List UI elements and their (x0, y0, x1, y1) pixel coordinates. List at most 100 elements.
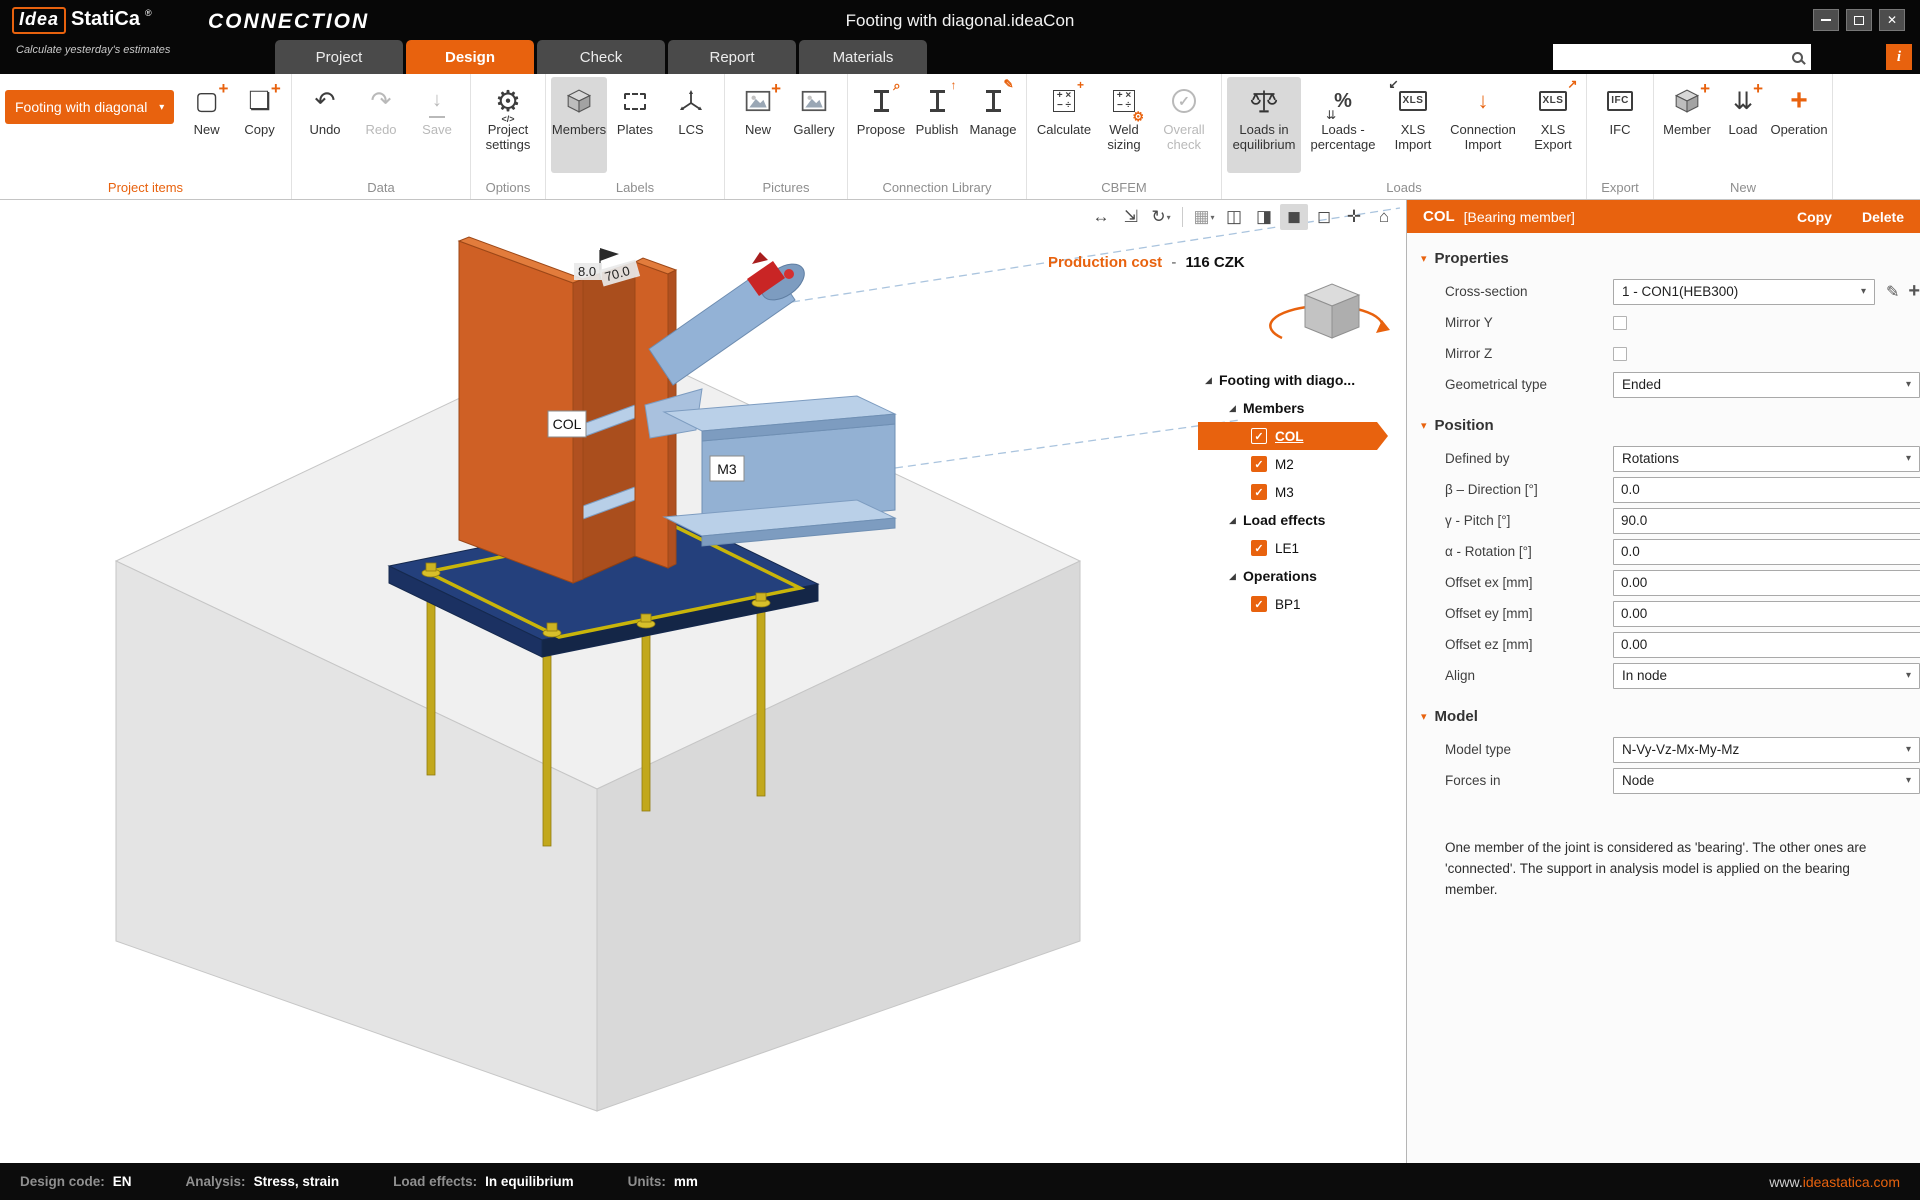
publish-button[interactable]: ↑ Publish (909, 77, 965, 173)
view-wireframe-icon[interactable] (1220, 204, 1248, 230)
tab-design[interactable]: Design (406, 40, 534, 74)
checkbox-checked-icon[interactable] (1251, 540, 1267, 556)
selected-member-subtitle: [Bearing member] (1464, 209, 1767, 225)
view-shaded-icon[interactable] (1280, 204, 1308, 230)
section-properties-header[interactable]: Properties (1407, 250, 1920, 267)
beta-direction-input[interactable] (1613, 477, 1920, 503)
tree-root[interactable]: Footing with diago... (1198, 366, 1406, 394)
info-button[interactable]: i (1886, 44, 1912, 70)
section-model-header[interactable]: Model (1407, 708, 1920, 725)
defined-by-dropdown[interactable]: Rotations (1613, 446, 1920, 472)
checkbox-checked-icon[interactable] (1251, 428, 1267, 444)
project-settings-button[interactable]: </> Project settings (476, 77, 540, 173)
labels-lcs-button[interactable]: LCS (663, 77, 719, 173)
prop-row-gamma-pitch: γ - Pitch [°] (1407, 505, 1920, 536)
labels-plates-button[interactable]: Plates (607, 77, 663, 173)
edit-pencil-icon[interactable] (1886, 282, 1899, 302)
zoom-fit-icon[interactable] (1117, 204, 1145, 230)
offset-ey-input[interactable] (1613, 601, 1920, 627)
mirror-y-checkbox[interactable] (1613, 316, 1627, 330)
add-cross-section-icon[interactable] (1908, 280, 1920, 303)
tab-project[interactable]: Project (275, 40, 403, 74)
prop-row-offset-ex: Offset ex [mm] (1407, 567, 1920, 598)
offset-ex-input[interactable] (1613, 570, 1920, 596)
tree-group-load-effects[interactable]: Load effects (1198, 506, 1406, 534)
manage-button[interactable]: ✎ Manage (965, 77, 1021, 173)
offset-ez-input[interactable] (1613, 632, 1920, 658)
expander-icon[interactable] (1229, 403, 1243, 414)
xls-export-button[interactable]: XLS↗ XLS Export (1525, 77, 1581, 173)
alpha-rotation-input[interactable] (1613, 539, 1920, 565)
view-rotate-widget[interactable] (1270, 284, 1390, 338)
undo-button[interactable]: Undo (297, 77, 353, 173)
expander-icon[interactable] (1229, 515, 1243, 526)
gamma-pitch-input[interactable] (1613, 508, 1920, 534)
model-type-dropdown[interactable]: N-Vy-Vz-Mx-My-Mz (1613, 737, 1920, 763)
tab-check[interactable]: Check (537, 40, 665, 74)
delete-member-button[interactable]: Delete (1862, 209, 1904, 225)
close-button[interactable] (1879, 9, 1905, 31)
mirror-z-checkbox[interactable] (1613, 347, 1627, 361)
propose-button[interactable]: ⌕ Propose (853, 77, 909, 173)
ifc-export-button[interactable]: IFC IFC (1592, 77, 1648, 173)
xls-import-button[interactable]: XLS↙ XLS Import (1385, 77, 1441, 173)
project-item-new-button[interactable]: New (180, 77, 233, 173)
search-box[interactable] (1553, 44, 1811, 70)
tab-materials[interactable]: Materials (799, 40, 927, 74)
website-link[interactable]: www.ideastatica.com (1769, 1174, 1900, 1190)
section-position-header[interactable]: Position (1407, 417, 1920, 434)
labels-members-button[interactable]: Members (551, 77, 607, 173)
tree-group-members[interactable]: Members (1198, 394, 1406, 422)
checkbox-checked-icon[interactable] (1251, 456, 1267, 472)
pan-icon[interactable] (1340, 204, 1368, 230)
tab-report[interactable]: Report (668, 40, 796, 74)
section-crop-icon[interactable] (1190, 204, 1218, 230)
tree-item-m3[interactable]: M3 (1198, 478, 1406, 506)
member-label-m3[interactable]: M3 (710, 456, 744, 481)
forces-in-dropdown[interactable]: Node (1613, 768, 1920, 794)
column-member-col[interactable] (459, 237, 676, 583)
tree-item-m2[interactable]: M2 (1198, 450, 1406, 478)
beam-search-icon: ⌕ (874, 84, 889, 118)
search-icon[interactable] (1792, 52, 1803, 63)
picture-new-button[interactable]: New (730, 77, 786, 173)
project-item-copy-button[interactable]: Copy (233, 77, 286, 173)
checkbox-checked-icon[interactable] (1251, 596, 1267, 612)
new-load-button[interactable]: Load (1715, 77, 1771, 173)
loads-in-equilibrium-button[interactable]: Loads in equilibrium (1227, 77, 1301, 173)
tree-item-bp1[interactable]: BP1 (1198, 590, 1406, 618)
3d-viewport[interactable]: 8.0 70.0 COL M3 (0, 200, 1406, 1163)
connection-import-button[interactable]: ↓ Connection Import (1441, 77, 1525, 173)
weld-sizing-button[interactable]: ⚙ Weld sizing (1096, 77, 1152, 173)
member-label-col[interactable]: COL (548, 411, 586, 437)
view-transparent-icon[interactable] (1310, 204, 1338, 230)
new-operation-button[interactable]: Operation (1771, 77, 1827, 173)
align-dropdown[interactable]: In node (1613, 663, 1920, 689)
redo-button[interactable]: Redo (353, 77, 409, 173)
tree-item-col[interactable]: COL (1198, 422, 1388, 450)
expander-icon[interactable] (1205, 375, 1219, 386)
maximize-button[interactable] (1846, 9, 1872, 31)
overall-check-button[interactable]: Overall check (1152, 77, 1216, 173)
minimize-button[interactable] (1813, 9, 1839, 31)
cross-section-dropdown[interactable]: 1 - CON1(HEB300) (1613, 279, 1875, 305)
picture-gallery-button[interactable]: Gallery (786, 77, 842, 173)
project-item-dropdown[interactable]: Footing with diagonal (5, 90, 174, 124)
rotate-view-icon[interactable] (1147, 204, 1175, 230)
new-member-button[interactable]: Member (1659, 77, 1715, 173)
search-input[interactable] (1559, 44, 1792, 70)
calculate-button[interactable]: + Calculate (1032, 77, 1096, 173)
tree-item-le1[interactable]: LE1 (1198, 534, 1406, 562)
loads-percentage-button[interactable]: ⇊ Loads - percentage (1301, 77, 1385, 173)
home-view-icon[interactable] (1370, 204, 1398, 230)
checkbox-checked-icon[interactable] (1251, 484, 1267, 500)
view-solid-icon[interactable] (1250, 204, 1278, 230)
save-button[interactable]: Save (409, 77, 465, 173)
measure-icon[interactable] (1087, 204, 1115, 230)
copy-member-button[interactable]: Copy (1797, 209, 1832, 225)
section-model: Model Model type N-Vy-Vz-Mx-My-Mz Forces… (1407, 708, 1920, 796)
expander-icon[interactable] (1229, 571, 1243, 582)
tree-group-operations[interactable]: Operations (1198, 562, 1406, 590)
3d-scene-canvas[interactable]: 8.0 70.0 COL M3 (0, 200, 1406, 1163)
geometrical-type-dropdown[interactable]: Ended (1613, 372, 1920, 398)
